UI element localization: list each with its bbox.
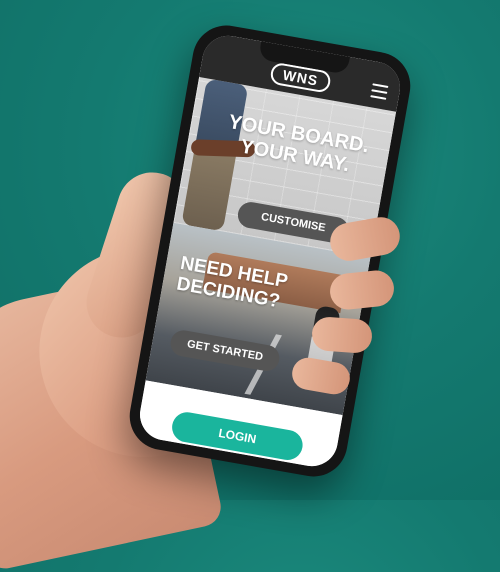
get-started-button[interactable]: GET STARTED: [168, 328, 282, 374]
hamburger-menu-icon[interactable]: [370, 83, 389, 100]
menu-bar-1: [372, 83, 389, 89]
hand-finger-3: [310, 315, 374, 355]
hand-finger-2: [328, 268, 396, 312]
login-button[interactable]: LOGIN: [169, 409, 305, 463]
brand-logo-text: WNS: [281, 66, 320, 89]
circle-icon[interactable]: ○: [220, 465, 241, 470]
menu-bar-3: [370, 95, 387, 100]
scene: WNS YOUR BOARD. YOUR WAY. CUSTOMISE NEED…: [0, 0, 500, 572]
menu-bar-2: [371, 89, 388, 94]
